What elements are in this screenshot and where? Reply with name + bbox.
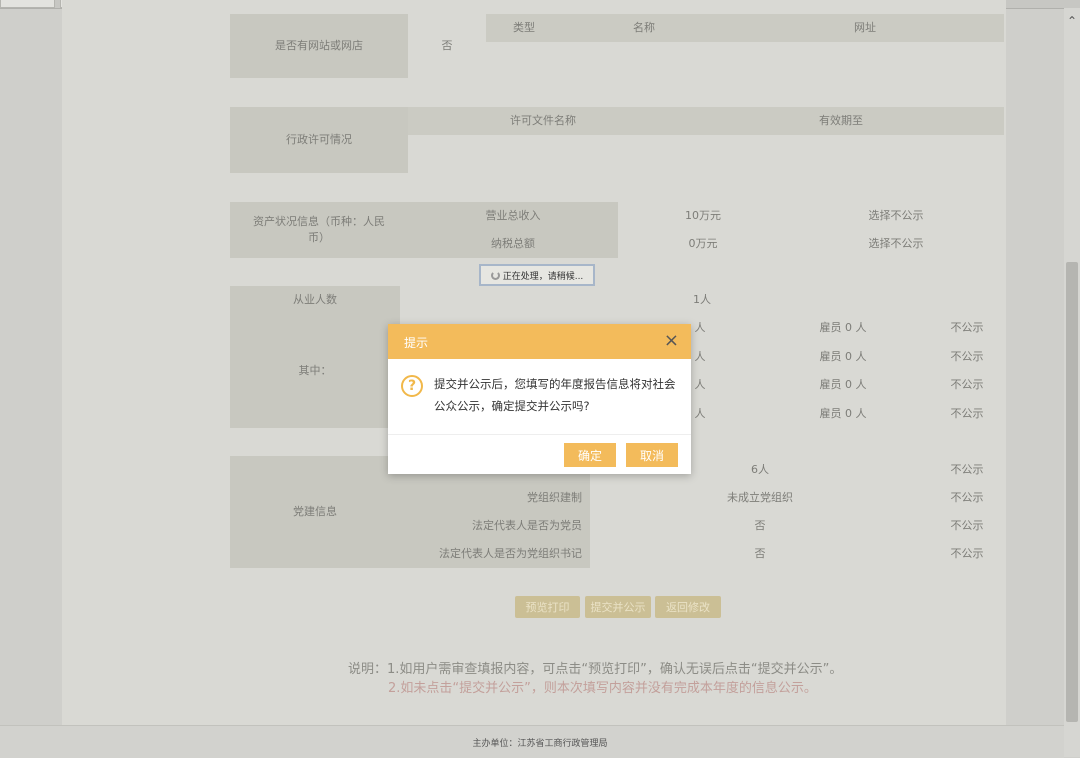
party-row-value: 未成立党组织 [690,484,830,512]
party-row-status: 不公示 [930,540,1004,568]
dialog-body: ? 提交并公示后，您填写的年度报告信息将对社会公众公示，确定提交并公示吗? [388,359,691,435]
dialog-header: 提示 × [388,324,691,359]
browser-tab[interactable] [0,0,55,8]
party-label: 党建信息 [230,456,400,568]
cancel-button[interactable]: 取消 [626,443,678,467]
license-header-name: 许可文件名称 [408,107,678,135]
web-header-name: 名称 [562,14,726,42]
employees-sub-mid: 雇员 0 人 [788,314,898,342]
employees-value: 1人 [400,286,1004,314]
close-icon[interactable]: × [664,330,679,352]
note-line-2: 2.如未点击“提交并公示”，则本次填写内容并没有完成本年度的信息公示。 [388,681,817,696]
employees-sub-label: 其中： [230,314,400,428]
assets-label: 资产状况信息（币种：人民币） [230,202,408,258]
employees-sub-right: 不公示 [930,314,1004,342]
dialog-title: 提示 [404,336,429,350]
web-label: 是否有网站或网店 [230,14,408,78]
back-modify-button[interactable]: 返回修改 [655,596,721,618]
employees-sub-mid: 雇员 0 人 [788,343,898,371]
web-value: 否 [408,14,486,78]
employees-sub-right: 不公示 [930,371,1004,399]
question-icon: ? [401,375,423,397]
web-header-type: 类型 [486,14,562,42]
party-row-name: 党组织建制 [400,484,590,512]
confirm-dialog: 提示 × ? 提交并公示后，您填写的年度报告信息将对社会公众公示，确定提交并公示… [388,324,691,474]
assets-row-name: 营业总收入 [408,202,618,230]
scrollbar-thumb[interactable] [1066,262,1078,722]
scroll-up-arrow-icon[interactable]: ⌃ [1066,14,1078,28]
assets-row-value: 0万元 [618,230,788,258]
employees-sub-right: 不公示 [930,400,1004,428]
party-row-value: 否 [690,512,830,540]
loading-spinner-icon [490,270,500,280]
dialog-message: 提交并公示后，您填写的年度报告信息将对社会公众公示，确定提交并公示吗? [434,377,676,413]
assets-row-value: 10万元 [618,202,788,230]
party-row-name: 法定代表人是否为党员 [400,512,590,540]
license-header-expiry: 有效期至 [678,107,1004,135]
preview-print-button[interactable]: 预览打印 [515,596,580,618]
note-line-1: 说明：1.如用户需审查填报内容，可点击“预览打印”，确认无误后点击“提交并公示”… [348,662,843,677]
submit-publish-button[interactable]: 提交并公示 [585,596,651,618]
assets-row-status: 选择不公示 [788,202,1004,230]
processing-text: 正在处理，请稍候... [502,271,584,282]
employees-sub-mid: 雇员 0 人 [788,400,898,428]
employees-sub-mid: 雇员 0 人 [788,371,898,399]
employees-label: 从业人数 [230,286,400,314]
footer-host: 主办单位：江苏省工商行政管理局 [472,739,608,749]
confirm-button[interactable]: 确定 [564,443,616,467]
processing-indicator: 正在处理，请稍候... [479,264,595,286]
party-row-status: 不公示 [930,456,1004,484]
party-row-value: 否 [690,540,830,568]
web-header-url: 网址 [726,14,1004,42]
party-row-name: 法定代表人是否为党组织书记 [400,540,590,568]
assets-row-name: 纳税总额 [408,230,618,258]
license-label: 行政许可情况 [230,107,408,173]
party-row-status: 不公示 [930,512,1004,540]
assets-row-status: 选择不公示 [788,230,1004,258]
party-row-status: 不公示 [930,484,1004,512]
employees-sub-right: 不公示 [930,343,1004,371]
party-row-value: 6人 [690,456,830,484]
